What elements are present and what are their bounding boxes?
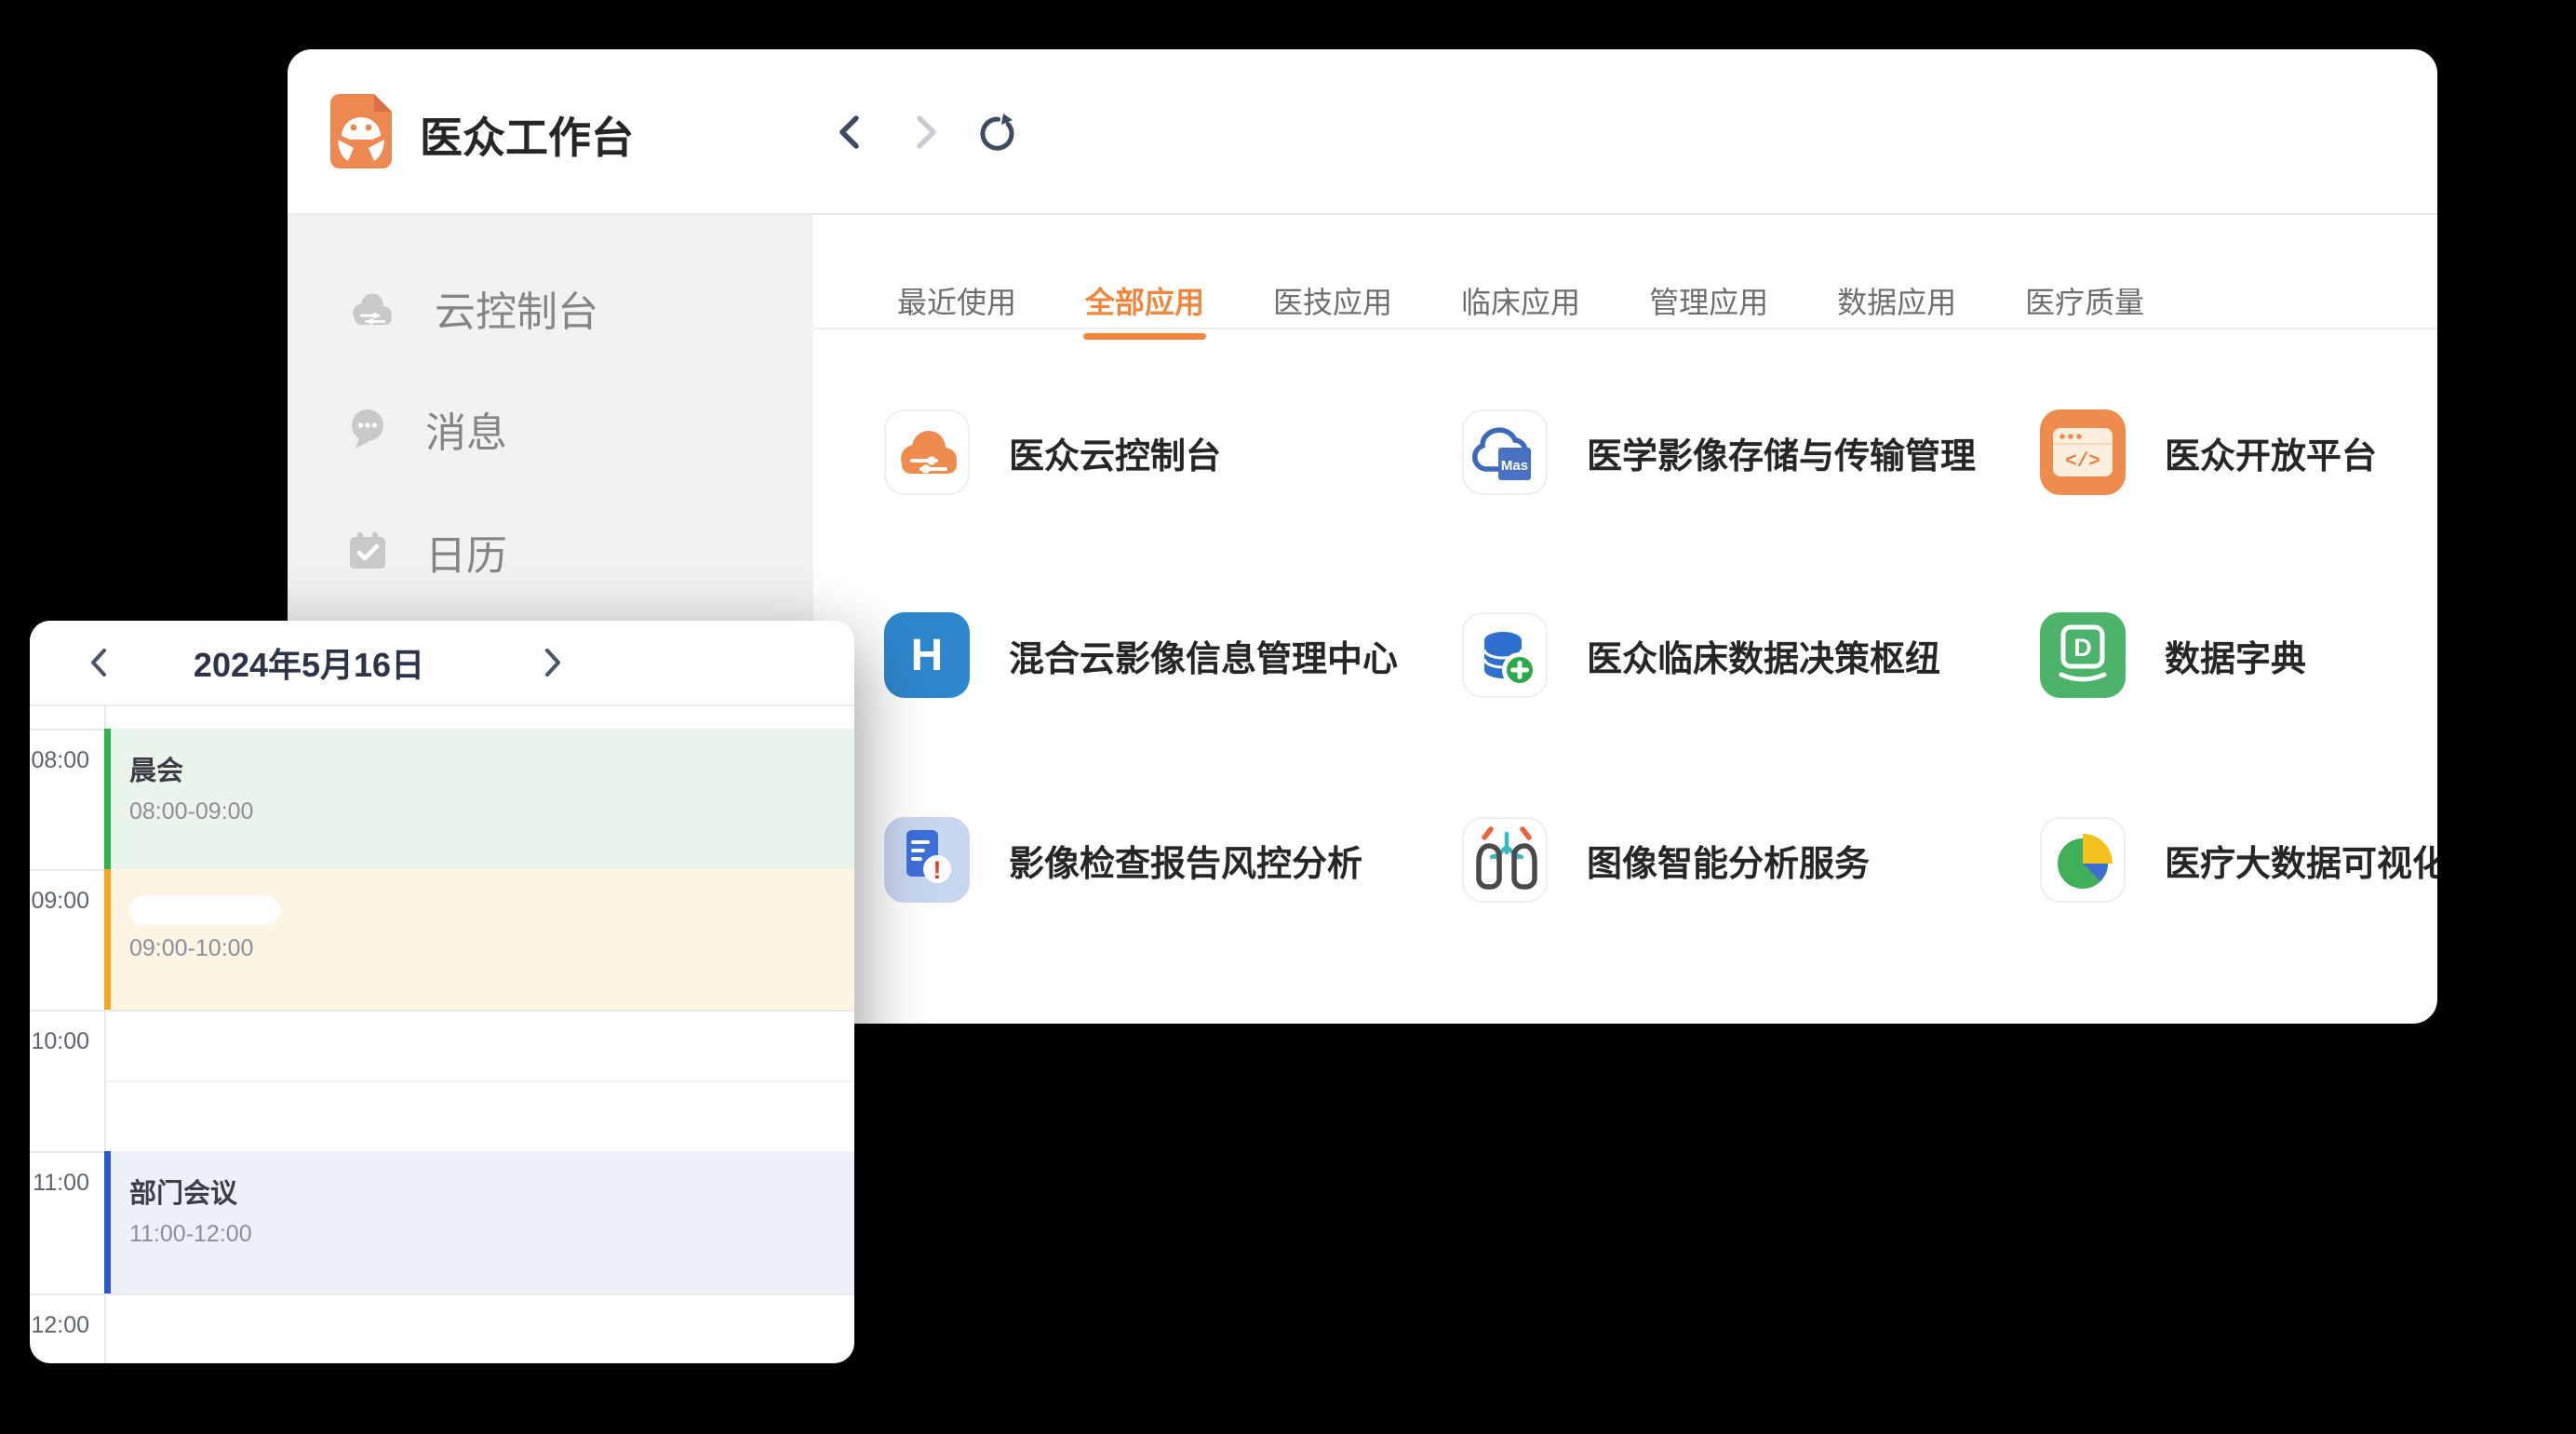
sidebar-item-messages[interactable]: 消息 — [345, 400, 507, 458]
calendar-event-morning-meeting[interactable]: 晨会 08:00-09:00 — [104, 729, 854, 869]
hour-label: 08:00 — [30, 747, 89, 774]
calendar-header: 2024年5月16日 — [30, 621, 854, 704]
page-background: 医众工作台 — [0, 0, 2576, 1434]
database-plus-icon — [1462, 612, 1548, 698]
sidebar-item-label: 消息 — [425, 399, 507, 459]
back-button[interactable] — [829, 111, 872, 154]
hour-line-10 — [30, 1010, 854, 1012]
app-hybrid-cloud-imaging[interactable]: H 混合云影像信息管理中心 — [884, 612, 1398, 698]
h-badge-text: H — [911, 631, 944, 680]
letter-h-icon: H — [884, 612, 970, 698]
calendar-event-private[interactable]: 09:00-10:00 — [104, 869, 854, 1010]
tab-quality[interactable]: 医疗质量 — [2025, 279, 2144, 322]
cloud-sliders-icon — [884, 409, 970, 495]
app-open-platform[interactable]: </> 医众开放平台 — [2040, 409, 2377, 495]
hour-label: 11:00 — [30, 1170, 89, 1197]
cloud-mas-icon: Mas — [1462, 409, 1548, 495]
tab-recent[interactable]: 最近使用 — [897, 279, 1016, 322]
d-badge-text: D — [2073, 634, 2092, 662]
app-label: 医众云控制台 — [1009, 427, 1221, 478]
hour-label: 10:00 — [30, 1028, 89, 1055]
sidebar-item-cloud-console[interactable]: 云控制台 — [345, 279, 598, 337]
tabs-divider — [813, 328, 2437, 329]
mas-badge-text: Mas — [1501, 458, 1528, 474]
event-title-redacted — [129, 895, 280, 925]
calendar-event-department-meeting[interactable]: 部门会议 11:00-12:00 — [104, 1151, 854, 1293]
app-report-risk-analysis[interactable]: ! 影像检查报告风控分析 — [884, 817, 1362, 903]
tab-management[interactable]: 管理应用 — [1649, 279, 1768, 322]
app-label: 影像检查报告风控分析 — [1009, 835, 1362, 886]
app-label: 医众开放平台 — [2165, 427, 2377, 478]
calendar-day-grid: 08:00 09:00 10:00 11:00 12:00 晨会 08:00-0… — [30, 706, 854, 1363]
tab-all-apps[interactable]: 全部应用 — [1085, 279, 1204, 322]
cloud-settings-icon — [345, 287, 399, 329]
app-label: 混合云影像信息管理中心 — [1009, 630, 1398, 681]
sidebar-item-label: 日历 — [425, 522, 507, 582]
app-title: 医众工作台 — [420, 104, 634, 166]
forward-button[interactable] — [904, 111, 946, 154]
app-cloud-console[interactable]: 医众云控制台 — [884, 409, 1221, 495]
app-image-ai-analysis[interactable]: 图像智能分析服务 — [1462, 817, 1870, 903]
app-label: 医众临床数据决策枢纽 — [1587, 630, 1940, 681]
code-badge-text: </> — [2065, 451, 2100, 473]
event-title: 部门会议 — [129, 1172, 854, 1211]
dictionary-book-icon: D — [2040, 612, 2126, 698]
app-label: 医学影像存储与传输管理 — [1587, 427, 1976, 478]
lungs-icon — [1462, 817, 1548, 903]
message-icon — [345, 406, 390, 452]
tab-data[interactable]: 数据应用 — [1837, 279, 1956, 322]
calendar-panel: 2024年5月16日 08:00 09:00 10:00 11:00 12:00… — [30, 621, 854, 1363]
hour-label: 12:00 — [30, 1312, 89, 1339]
refresh-button[interactable] — [974, 111, 1017, 154]
tab-medtech[interactable]: 医技应用 — [1273, 279, 1392, 322]
app-data-dictionary[interactable]: D 数据字典 — [2040, 612, 2306, 698]
sidebar-item-label: 云控制台 — [435, 278, 598, 338]
app-imaging-storage[interactable]: Mas 医学影像存储与传输管理 — [1462, 409, 1976, 495]
app-clinical-data-hub[interactable]: 医众临床数据决策枢纽 — [1462, 612, 1940, 698]
event-time: 08:00-09:00 — [129, 798, 854, 825]
pie-chart-icon — [2040, 817, 2126, 903]
app-label: 数据字典 — [2165, 630, 2306, 681]
app-label: 图像智能分析服务 — [1587, 835, 1870, 886]
calendar-next-button[interactable] — [532, 644, 570, 681]
window-header: 医众工作台 — [288, 49, 2437, 213]
tab-clinical[interactable]: 临床应用 — [1461, 279, 1580, 322]
app-logo-icon — [330, 94, 392, 168]
sidebar-item-calendar[interactable]: 日历 — [345, 523, 507, 581]
hour-line-12 — [30, 1293, 854, 1295]
half-hour-line-1030 — [106, 1080, 854, 1082]
calendar-prev-button[interactable] — [82, 644, 119, 681]
app-big-data-visualization[interactable]: 医疗大数据可视化 — [2040, 817, 2437, 903]
event-time: 09:00-10:00 — [129, 935, 854, 962]
tab-label: 全部应用 — [1085, 286, 1204, 319]
report-alert-icon: ! — [884, 817, 970, 903]
app-label: 医疗大数据可视化 — [2165, 835, 2437, 886]
event-title: 晨会 — [129, 749, 854, 788]
alert-badge-text: ! — [933, 856, 942, 884]
code-window-icon: </> — [2040, 409, 2126, 495]
event-time: 11:00-12:00 — [129, 1221, 854, 1248]
calendar-icon — [345, 529, 390, 574]
calendar-date-title: 2024年5月16日 — [132, 638, 486, 687]
hour-label: 09:00 — [30, 888, 89, 915]
app-category-tabs: 最近使用 全部应用 医技应用 临床应用 管理应用 数据应用 医疗质量 — [897, 279, 2144, 322]
active-tab-underline — [1083, 333, 1206, 340]
